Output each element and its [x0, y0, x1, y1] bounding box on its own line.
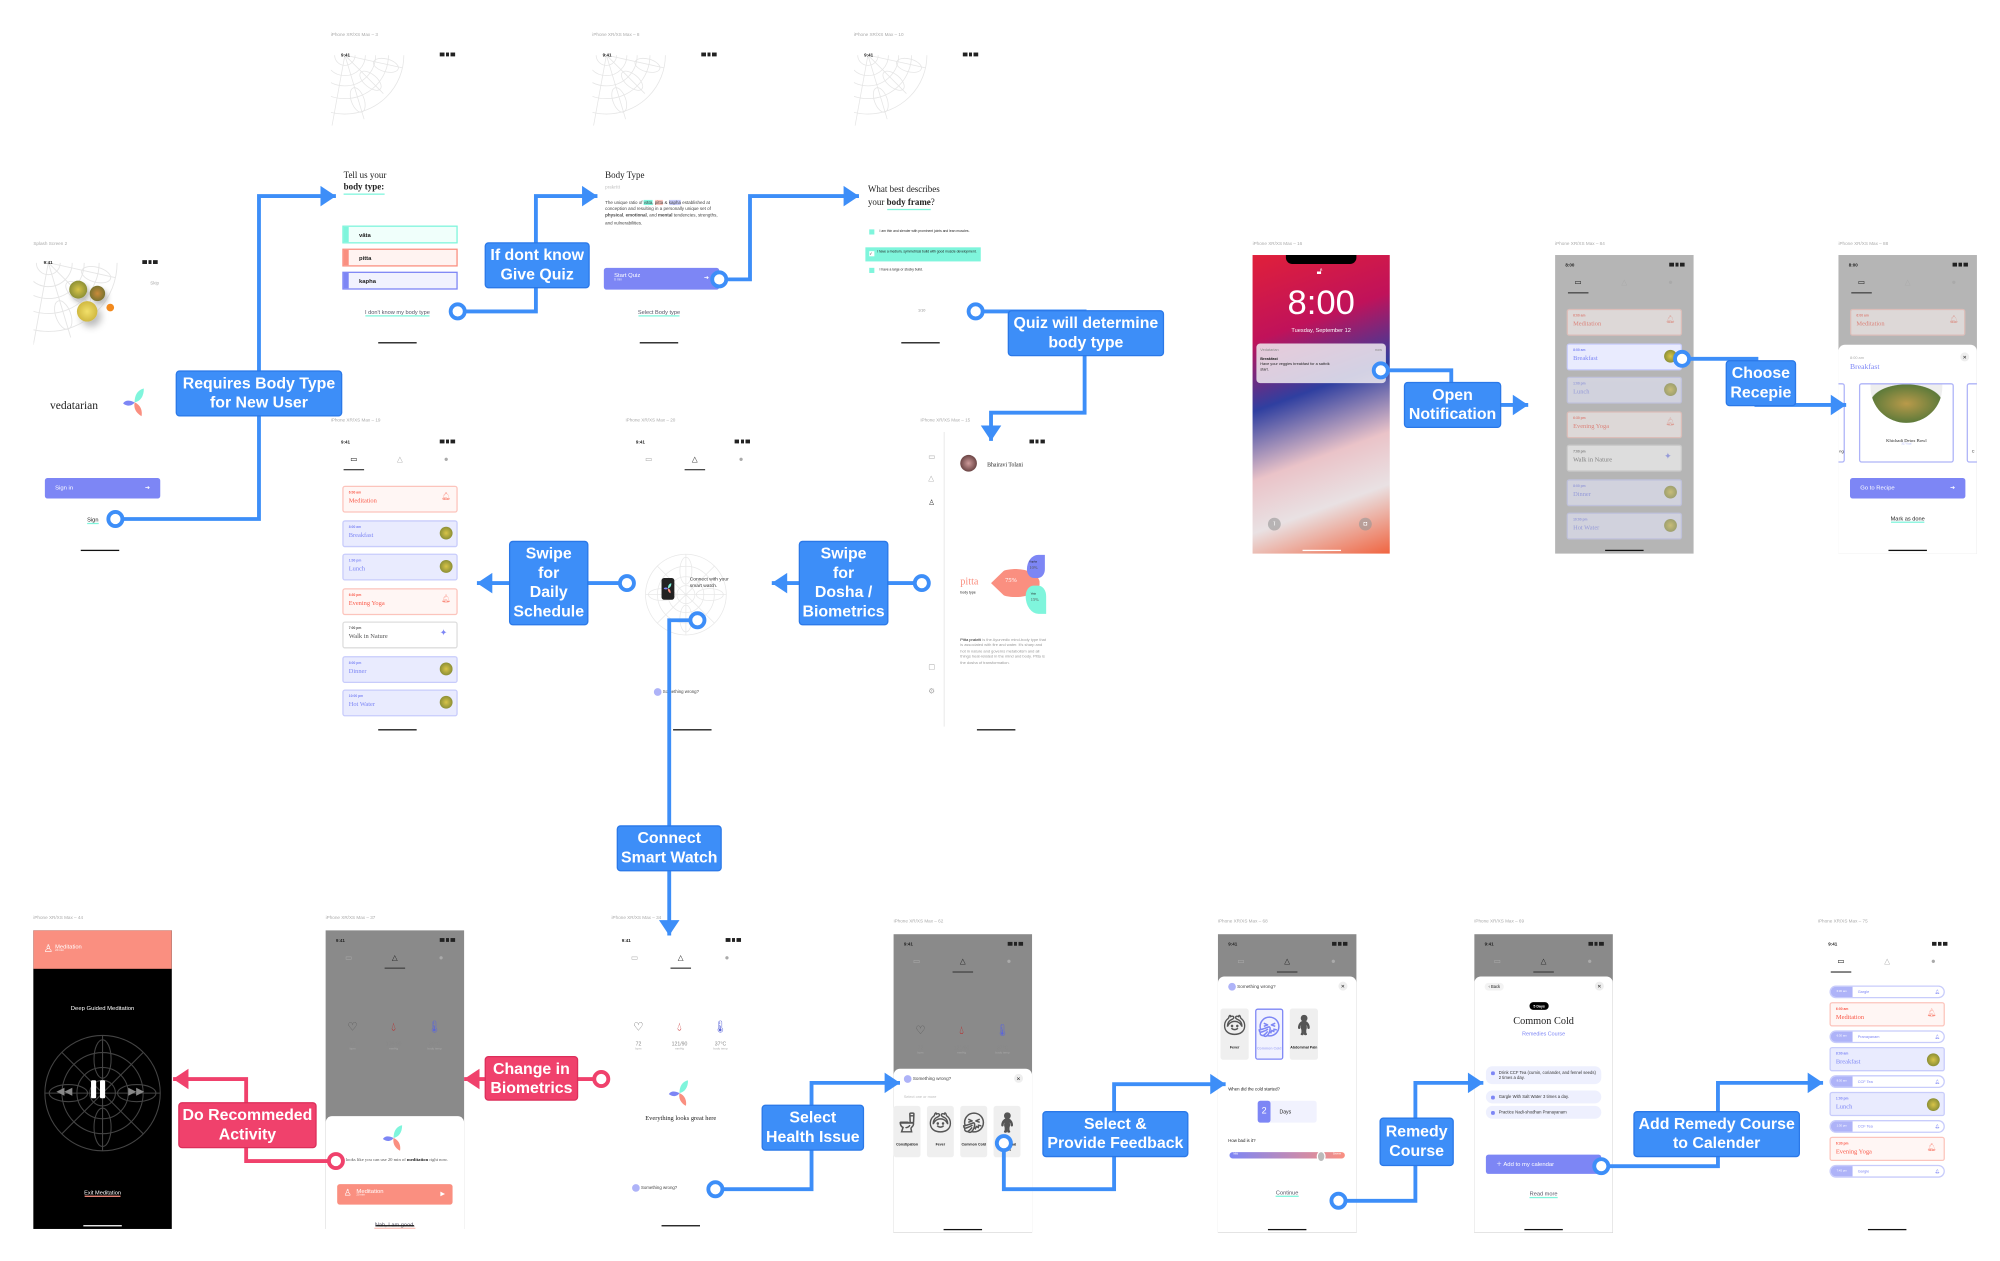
- arrowhead-icon: [843, 185, 859, 207]
- hotspot-marker: [912, 574, 931, 593]
- hotspot-marker: [1592, 1157, 1611, 1176]
- hotspot-marker: [1371, 361, 1390, 380]
- arrowhead-icon: [320, 185, 336, 207]
- arrowhead-icon: [582, 185, 598, 207]
- hotspot-marker: [966, 302, 985, 321]
- arrowhead-icon: [1830, 394, 1847, 416]
- callout-change-biometrics: Change in Biometrics: [484, 1055, 579, 1101]
- arrowhead-icon: [1467, 1072, 1484, 1094]
- callout-swipe-dosha: Swipe for Dosha / Biometrics: [798, 540, 889, 626]
- flow-connector: [658, 611, 707, 936]
- hotspot-marker: [326, 1152, 345, 1171]
- arrowhead-icon: [884, 1072, 900, 1094]
- callout-feedback: Select & Provide Feedback: [1042, 1111, 1189, 1158]
- connector-line: [719, 194, 859, 282]
- callout-do-activity: Do Recommeded Activity: [178, 1102, 317, 1149]
- callout-open-notification: Open Notification: [1403, 381, 1502, 429]
- arrowhead-icon: [173, 1068, 189, 1090]
- connector-line: [115, 194, 336, 521]
- hotspot-marker: [448, 302, 467, 321]
- arrowhead-icon: [1210, 1073, 1226, 1095]
- arrowhead-icon: [980, 425, 1002, 441]
- callout-requires-body-type: Requires Body Type for New User: [175, 370, 343, 417]
- hotspot-marker: [710, 270, 729, 289]
- callout-quiz-determines: Quiz will determine body type: [1007, 310, 1165, 357]
- flow-connector: [106, 185, 336, 528]
- callout-swipe-daily: Swipe for Daily Schedule: [508, 540, 589, 626]
- arrowhead-icon: [464, 1068, 480, 1090]
- hotspot-marker: [1329, 1191, 1348, 1210]
- hotspot-marker: [1673, 349, 1692, 368]
- arrowhead-icon: [1512, 394, 1529, 416]
- hotspot-marker: [592, 1070, 611, 1088]
- flow-connectors: [106, 185, 1847, 1210]
- hotspot-marker: [106, 510, 125, 528]
- callout-select-issue: Select Health Issue: [761, 1104, 865, 1151]
- hotspot-marker: [617, 574, 636, 593]
- callout-add-to-calendar: Add Remedy Course to Calender: [1633, 1111, 1800, 1158]
- user-flow-diagram: Splash Screen 2 9:41 Skip vedatarian Sig…: [0, 0, 2000, 1261]
- connector-line: [667, 618, 698, 936]
- hotspot-marker: [688, 611, 707, 630]
- callout-connect-watch: Connect Smart Watch: [616, 825, 722, 872]
- hotspot-marker: [706, 1180, 725, 1199]
- arrowhead-icon: [476, 572, 493, 594]
- arrowhead-icon: [771, 572, 788, 594]
- callout-remedy-course: Remedy Course: [1379, 1117, 1454, 1167]
- callout-choose-recipe: Choose Recepie: [1725, 360, 1797, 407]
- hotspot-marker: [994, 1134, 1013, 1153]
- flow-connector: [710, 185, 859, 289]
- arrowhead-icon: [658, 920, 680, 936]
- callout-give-quiz: If dont know Give Quiz: [484, 242, 590, 289]
- arrowhead-icon: [1807, 1072, 1824, 1094]
